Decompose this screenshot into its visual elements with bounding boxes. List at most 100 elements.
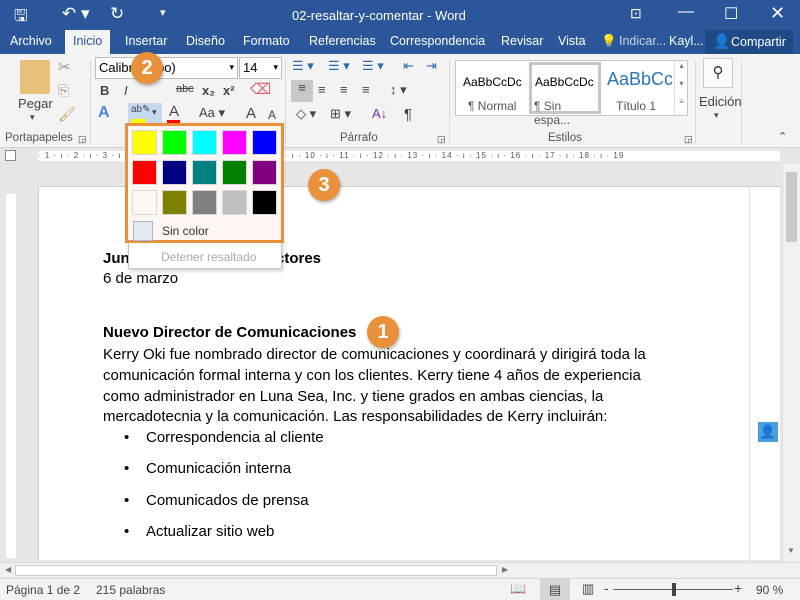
font-name-combo[interactable]: Calibr po) ▾ [95,57,238,79]
subscript-button[interactable]: x₂ [202,83,215,98]
page-count[interactable]: Página 1 de 2 [6,583,80,597]
chevron-down-icon[interactable]: ▾ [714,110,719,121]
shrink-font-button[interactable]: A [268,108,276,122]
user-name[interactable]: Kayl... [669,34,704,48]
color-swatch[interactable] [252,130,277,155]
horizontal-scrollbar[interactable]: ◀ ▶ [0,562,800,578]
shading-button[interactable]: ◇ ▾ [296,106,316,122]
align-right-button[interactable]: ≡ [340,82,348,97]
numbering-button[interactable]: ☰ ▾ [328,58,350,74]
grow-font-button[interactable]: A [246,105,256,122]
bold-button[interactable]: B [100,83,109,98]
dialog-launcher-icon[interactable]: ◲ [684,134,693,145]
color-swatch[interactable] [222,130,247,155]
dialog-launcher-icon[interactable]: ◲ [437,134,446,145]
scroll-left-icon[interactable]: ◀ [5,565,11,574]
comment-person-icon[interactable]: 👤 [758,422,778,442]
color-swatch[interactable] [162,130,187,155]
superscript-button[interactable]: x² [223,83,235,98]
format-painter-icon[interactable]: 🖌 [58,106,76,123]
strikethrough-button[interactable]: abc [176,83,194,95]
color-swatch[interactable] [252,190,277,215]
color-swatch[interactable] [132,130,157,155]
copy-icon[interactable]: ⎘ [58,82,69,99]
close-icon[interactable]: ✕ [770,3,785,24]
style-normal[interactable]: AaBbCcDc ¶ Normal [456,61,530,115]
cut-icon[interactable]: ✂ [58,58,71,76]
zoom-slider-thumb[interactable] [672,583,676,596]
tab-revisar[interactable]: Revisar [501,34,543,48]
style-no-spacing[interactable]: AaBbCcDc ¶ Sin espa... [529,62,601,127]
vertical-ruler[interactable] [0,164,22,562]
collapse-ribbon-icon[interactable]: ⌃ [778,130,787,143]
tell-me-input[interactable]: Indicar... [619,34,666,48]
scroll-down-icon[interactable]: ▼ [787,546,795,555]
dialog-launcher-icon[interactable]: ◲ [78,134,87,145]
color-swatch[interactable] [162,190,187,215]
share-button[interactable]: 👤 Compartir [705,30,793,54]
print-layout-icon[interactable]: ▤ [540,579,570,600]
binoculars-icon[interactable]: ⚲ [703,58,733,88]
web-layout-icon[interactable]: ▥ [582,581,594,597]
tab-diseno[interactable]: Diseño [186,34,225,48]
change-case-button[interactable]: Aa ▾ [199,105,225,121]
font-size-combo[interactable]: 14 ▾ [239,57,282,79]
no-color-item[interactable]: Sin color [162,224,209,238]
highlight-color-button[interactable]: ab✎ ▾ [128,103,162,125]
sort-button[interactable]: A↓ [372,106,387,121]
scroll-thumb[interactable] [15,565,497,576]
increase-indent-button[interactable]: ⇥ [426,58,437,74]
color-swatch[interactable] [132,190,157,215]
undo-icon[interactable]: ↶ ▾ [62,4,90,24]
color-swatch[interactable] [192,160,217,185]
decrease-indent-button[interactable]: ⇤ [403,58,414,74]
horizontal-ruler[interactable]: · 1 · ı · 2 · ı · 3 · ı · 4 · ı · 5 · ı … [0,148,800,164]
multilevel-list-button[interactable]: ☰ ▾ [362,58,384,74]
color-swatch[interactable] [132,160,157,185]
style-heading1[interactable]: AaBbCc Título 1 [604,61,674,115]
color-swatch[interactable] [222,160,247,185]
minimize-icon[interactable]: — [678,3,694,21]
ribbon-display-icon[interactable]: ⊡ [630,5,642,22]
show-formatting-button[interactable]: ¶ [404,106,412,123]
zoom-level[interactable]: 90 % [756,583,783,597]
align-left-button[interactable]: ≡ [291,80,313,102]
color-swatch[interactable] [162,160,187,185]
bullets-button[interactable]: ☰ ▾ [292,58,314,74]
paste-button[interactable]: Pegar [18,96,53,111]
editing-button[interactable]: Edición [699,94,742,109]
font-color-button[interactable]: A [167,103,181,125]
borders-button[interactable]: ⊞ ▾ [330,106,351,122]
color-swatch[interactable] [222,190,247,215]
tab-selector[interactable] [5,150,16,161]
maximize-icon[interactable]: ☐ [724,4,738,24]
tab-insertar[interactable]: Insertar [125,34,167,48]
vertical-scrollbar[interactable]: ▼ [782,164,800,562]
stop-highlighting-item[interactable]: Detener resaltado [161,250,256,264]
tab-vista[interactable]: Vista [558,34,586,48]
scroll-right-icon[interactable]: ▶ [502,565,508,574]
customize-toolbar-icon[interactable]: ▾ [160,6,166,19]
italic-button[interactable]: I [124,83,128,98]
line-spacing-button[interactable]: ↕ ▾ [390,82,407,98]
zoom-in-button[interactable]: + [734,580,742,596]
word-count[interactable]: 215 palabras [96,583,165,597]
justify-button[interactable]: ≡ [362,82,370,97]
text-effects-icon[interactable]: A [98,104,110,122]
zoom-out-button[interactable]: - [604,580,609,596]
color-swatch[interactable] [192,190,217,215]
styles-scroll[interactable]: ▴ ▾ ≡ [674,61,688,115]
tab-referencias[interactable]: Referencias [309,34,376,48]
align-center-button[interactable]: ≡ [318,82,326,97]
redo-icon[interactable]: ↻ [110,4,124,24]
color-swatch[interactable] [192,130,217,155]
tab-formato[interactable]: Formato [243,34,290,48]
scroll-thumb[interactable] [786,172,797,242]
read-mode-icon[interactable]: 📖 [510,581,526,597]
color-swatch[interactable] [252,160,277,185]
paste-dropdown-icon[interactable]: ▾ [30,112,35,123]
no-color-swatch[interactable] [133,221,153,241]
clear-formatting-icon[interactable]: ⌫ [250,80,271,98]
save-icon[interactable]: 🖫 [14,5,28,32]
tab-correspondencia[interactable]: Correspondencia [390,34,485,48]
